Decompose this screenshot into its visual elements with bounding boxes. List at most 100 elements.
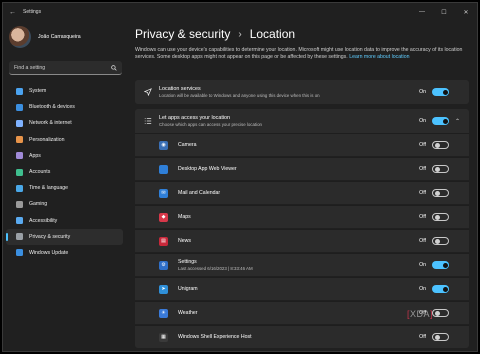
close-icon[interactable]: ✕ [455,9,477,16]
sidebar-item-label: System [29,88,47,95]
sidebar-item-network-internet[interactable]: Network & internet [6,115,123,131]
sidebar-item-accounts[interactable]: Accounts [6,164,123,180]
weather-icon: ☀ [159,308,168,318]
app-location-toggle[interactable] [432,333,449,341]
back-arrow-icon[interactable]: ← [9,9,16,16]
app-name: Desktop App Web Viewer [178,166,237,172]
sidebar-nav: System Bluetooth & devices Network & inter… [3,83,127,261]
app-location-toggle[interactable] [432,165,449,173]
search-icon [111,64,117,71]
app-name: Mail and Calendar [178,190,221,196]
app-last-accessed: Last accessed 6/16/2023 | 8:33:46 AM [178,266,253,271]
shell-host-icon: ▦ [159,332,168,342]
location-services-toggle[interactable] [432,88,449,96]
title-bar: ← Settings — ☐ ✕ [3,3,477,21]
news-icon: ▤ [159,236,168,246]
sidebar: João Carrasqueira Find a setting System B… [3,21,127,351]
window-title: Settings [23,9,42,15]
sidebar-item-apps[interactable]: Apps [6,148,123,164]
app-state: Off [419,142,426,148]
let-apps-subtitle: Choose which apps can access your precis… [159,122,262,127]
account-icon [16,168,23,176]
let-apps-access-row[interactable]: Let apps access your location Choose whi… [135,109,469,133]
app-row[interactable]: Desktop App Web Viewer Off [135,157,469,180]
unigram-icon: ➤ [159,284,168,294]
page-title: Location [249,27,296,41]
app-state: Off [419,334,426,340]
settings-window: ← Settings — ☐ ✕ João Carrasqueira Find … [2,2,478,352]
location-services-title: Location services [159,86,201,92]
search-placeholder: Find a setting [14,64,46,71]
app-name: Camera [178,142,197,148]
app-row[interactable]: ▦ Windows Shell Experience Host Off [135,325,469,348]
app-row[interactable]: ⚙ Settings Last accessed 6/16/2023 | 8:33:… [135,253,469,276]
accessibility-icon [16,217,23,225]
sidebar-item-label: Personalization [29,136,65,143]
breadcrumb-parent[interactable]: Privacy & security [135,27,230,41]
web-viewer-icon [159,164,168,174]
system-icon [16,87,23,95]
app-location-toggle[interactable] [432,141,449,149]
app-state: On [419,286,426,292]
sidebar-item-label: Apps [29,152,41,159]
app-state: On [419,262,426,268]
bluetooth-icon [16,103,23,111]
maps-icon: ◆ [159,212,168,222]
let-apps-toggle[interactable] [432,117,449,125]
app-name: Unigram [178,286,198,292]
sidebar-item-label: Privacy & security [29,233,71,240]
sidebar-item-label: Windows Update [29,249,69,256]
app-location-toggle[interactable] [432,213,449,221]
location-services-row[interactable]: Location services Location will be avail… [135,80,469,104]
shield-icon [16,233,23,241]
apps-icon [16,152,23,160]
sidebar-item-label: Bluetooth & devices [29,104,75,111]
app-state: Off [419,238,426,244]
app-state: Off [419,214,426,220]
sidebar-item-accessibility[interactable]: Accessibility [6,213,123,229]
app-state: Off [419,190,426,196]
sidebar-item-label: Gaming [29,201,48,208]
app-name: Settings [178,259,197,265]
app-row[interactable]: ◆ Maps Off [135,205,469,228]
brush-icon [16,136,23,144]
xda-watermark: [XDA] [407,309,434,319]
sidebar-item-label: Network & internet [29,120,72,127]
sidebar-item-time-language[interactable]: Time & language [6,180,123,196]
sidebar-item-label: Accounts [29,169,51,176]
app-location-toggle[interactable] [432,189,449,197]
globe-icon [16,184,23,192]
app-row[interactable]: ➤ Unigram On [135,277,469,300]
sidebar-item-system[interactable]: System [6,83,123,99]
settings-icon: ⚙ [159,260,168,270]
user-name: João Carrasqueira [38,34,81,40]
app-row[interactable]: ▤ News Off [135,229,469,252]
app-location-toggle[interactable] [432,261,449,269]
camera-icon: ◉ [159,140,168,150]
let-apps-state: On [419,118,426,124]
app-row[interactable]: ✉ Mail and Calendar Off [135,181,469,204]
let-apps-title: Let apps access your location [159,115,231,121]
app-location-toggle[interactable] [432,285,449,293]
minimize-icon[interactable]: — [411,9,433,15]
search-input[interactable]: Find a setting [9,61,122,75]
description-text: Windows can use your device's capabiliti… [135,47,463,61]
app-location-toggle[interactable] [432,309,449,317]
sidebar-item-windows-update[interactable]: Windows Update [6,245,123,261]
sidebar-item-privacy-security[interactable]: Privacy & security [6,228,123,245]
user-profile[interactable]: João Carrasqueira [3,21,127,53]
sidebar-item-gaming[interactable]: Gaming [6,196,123,212]
sidebar-item-personalization[interactable]: Personalization [6,132,123,148]
breadcrumb-separator: › [238,28,242,40]
learn-more-link[interactable]: Learn more about location [349,54,409,60]
location-arrow-icon [144,88,152,96]
app-name: News [178,238,191,244]
app-location-toggle[interactable] [432,237,449,245]
page-description: Windows can use your device's capabiliti… [131,47,477,62]
maximize-icon[interactable]: ☐ [433,9,455,16]
sidebar-item-bluetooth-devices[interactable]: Bluetooth & devices [6,99,123,115]
app-row[interactable]: ◉ Camera Off [135,133,469,156]
chevron-up-icon[interactable]: ⌃ [455,118,461,125]
gamepad-icon [16,200,23,208]
location-services-subtitle: Location will be available to Windows an… [159,93,320,98]
